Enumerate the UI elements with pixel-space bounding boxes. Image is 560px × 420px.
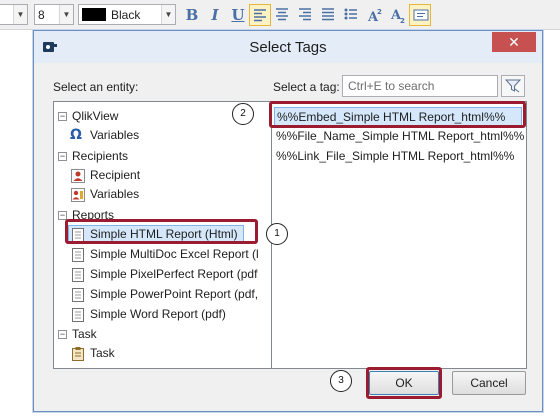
report-icon bbox=[72, 228, 84, 242]
filter-icon bbox=[505, 79, 521, 93]
tree-item-label: Variables bbox=[90, 128, 140, 142]
tree-node-label: Recipients bbox=[72, 149, 129, 163]
report-icon bbox=[72, 248, 84, 262]
font-color-combo[interactable]: Black ▼ bbox=[78, 4, 176, 25]
report-icon bbox=[72, 288, 84, 302]
tag-item-link-file[interactable]: %%Link_File_Simple HTML Report_html%% bbox=[276, 147, 514, 166]
align-left-button[interactable] bbox=[249, 4, 271, 26]
font-name-combo[interactable]: ▼ bbox=[0, 4, 28, 25]
tree-item-label: Task bbox=[90, 346, 115, 360]
justify-icon bbox=[322, 8, 334, 21]
tree-item-label: Simple Word Report (pdf) bbox=[90, 307, 226, 321]
tree-node-qlikview[interactable]: − QlikView bbox=[54, 107, 254, 126]
align-right-icon bbox=[299, 8, 311, 21]
svg-text:2: 2 bbox=[377, 8, 382, 16]
tag-search-box[interactable] bbox=[342, 75, 498, 97]
tree-item-label: Recipient bbox=[90, 168, 141, 182]
task-clipboard-icon bbox=[72, 347, 84, 361]
tree-node-label: Reports bbox=[72, 208, 115, 222]
align-left-icon bbox=[254, 9, 266, 22]
tag-list[interactable]: %%Embed_Simple HTML Report_html%% %%File… bbox=[271, 101, 527, 369]
cancel-button[interactable]: Cancel bbox=[452, 371, 526, 395]
format-toolbar: ▼ 8 ▼ Black ▼ B I U A2 A2 bbox=[0, 0, 560, 30]
tag-item-file-name[interactable]: %%File_Name_Simple HTML Report_html%% bbox=[276, 127, 524, 146]
tag-label: Select a tag: bbox=[273, 80, 340, 94]
tree-node-recipients[interactable]: − Recipients bbox=[54, 147, 254, 166]
justify-button[interactable] bbox=[318, 4, 340, 26]
underline-button[interactable]: U bbox=[227, 4, 249, 26]
tree-item-report-html[interactable]: Simple HTML Report (Html) bbox=[54, 225, 282, 244]
tree-item-label: Simple PowerPoint Report (pdf, bbox=[90, 287, 259, 301]
subscript-icon: A2 bbox=[390, 8, 405, 23]
superscript-icon: A2 bbox=[367, 8, 382, 23]
font-size-value: 8 bbox=[38, 8, 45, 22]
tree-node-reports[interactable]: − Reports bbox=[54, 206, 254, 225]
align-center-icon bbox=[276, 8, 288, 21]
italic-button[interactable]: I bbox=[204, 4, 226, 26]
entity-tree[interactable]: − QlikView Ω Variables − Recipients Reci… bbox=[53, 101, 283, 369]
collapse-icon[interactable]: − bbox=[58, 112, 67, 121]
insert-tag-button[interactable] bbox=[409, 4, 431, 26]
report-icon bbox=[72, 308, 84, 322]
filter-button[interactable] bbox=[501, 75, 525, 97]
callout-step-2: 2 bbox=[232, 103, 254, 125]
recipient-variables-icon bbox=[71, 188, 85, 202]
subscript-button[interactable]: A2 bbox=[387, 4, 409, 26]
tree-item-label: Variables bbox=[90, 187, 140, 201]
tree-item-task[interactable]: Task bbox=[54, 344, 254, 363]
tree-item-recipient[interactable]: Recipient bbox=[54, 166, 254, 185]
tree-item-report-powerpoint[interactable]: Simple PowerPoint Report (pdf, bbox=[54, 285, 282, 304]
tag-icon bbox=[413, 9, 429, 21]
chevron-down-icon[interactable]: ▼ bbox=[13, 5, 27, 24]
tag-search-input[interactable] bbox=[343, 76, 497, 96]
color-swatch bbox=[82, 8, 106, 21]
tree-item-label: Simple MultiDoc Excel Report (l bbox=[90, 247, 259, 261]
collapse-icon[interactable]: − bbox=[58, 330, 67, 339]
entity-label: Select an entity: bbox=[53, 80, 139, 94]
collapse-icon[interactable]: − bbox=[58, 211, 67, 220]
tree-node-label: QlikView bbox=[72, 109, 119, 123]
chevron-down-icon[interactable]: ▼ bbox=[59, 5, 73, 24]
report-icon bbox=[72, 268, 84, 282]
tree-item-label: Simple HTML Report (Html) bbox=[90, 227, 238, 241]
collapse-icon[interactable]: − bbox=[58, 152, 67, 161]
tree-item-recipient-variables[interactable]: Variables bbox=[54, 185, 254, 204]
tree-node-task[interactable]: − Task bbox=[54, 325, 254, 344]
dialog-title: Select Tags bbox=[249, 39, 327, 56]
align-right-button[interactable] bbox=[295, 4, 317, 26]
recipient-icon bbox=[71, 169, 85, 183]
font-color-name: Black bbox=[111, 8, 141, 22]
tree-item-report-pixelperfect[interactable]: Simple PixelPerfect Report (pdf bbox=[54, 265, 282, 284]
tag-item-embed[interactable]: %%Embed_Simple HTML Report_html%% bbox=[274, 107, 522, 126]
omega-icon: Ω bbox=[70, 127, 82, 143]
tree-node-label: Task bbox=[72, 327, 97, 341]
callout-step-1: 1 bbox=[266, 223, 288, 245]
bold-button[interactable]: B bbox=[181, 4, 203, 26]
superscript-button[interactable]: A2 bbox=[364, 4, 386, 26]
svg-text:2: 2 bbox=[400, 17, 405, 23]
chevron-down-icon[interactable]: ▼ bbox=[161, 5, 175, 24]
tree-item-qlikview-variables[interactable]: Ω Variables bbox=[54, 126, 254, 145]
select-tags-dialog: Select Tags ✕ Select an entity: Select a… bbox=[33, 30, 543, 412]
tree-item-label: Simple PixelPerfect Report (pdf bbox=[90, 267, 258, 281]
tree-item-report-word[interactable]: Simple Word Report (pdf) bbox=[54, 305, 282, 324]
close-button[interactable]: ✕ bbox=[492, 32, 536, 52]
font-size-combo[interactable]: 8 ▼ bbox=[34, 4, 74, 25]
ok-button[interactable]: OK bbox=[369, 371, 439, 395]
bullet-list-icon bbox=[344, 8, 357, 20]
bullet-list-button[interactable] bbox=[341, 4, 363, 26]
align-center-button[interactable] bbox=[272, 4, 294, 26]
tree-item-report-excel[interactable]: Simple MultiDoc Excel Report (l bbox=[54, 245, 282, 264]
dialog-titlebar: Select Tags ✕ bbox=[34, 31, 542, 63]
callout-step-3: 3 bbox=[330, 370, 352, 392]
